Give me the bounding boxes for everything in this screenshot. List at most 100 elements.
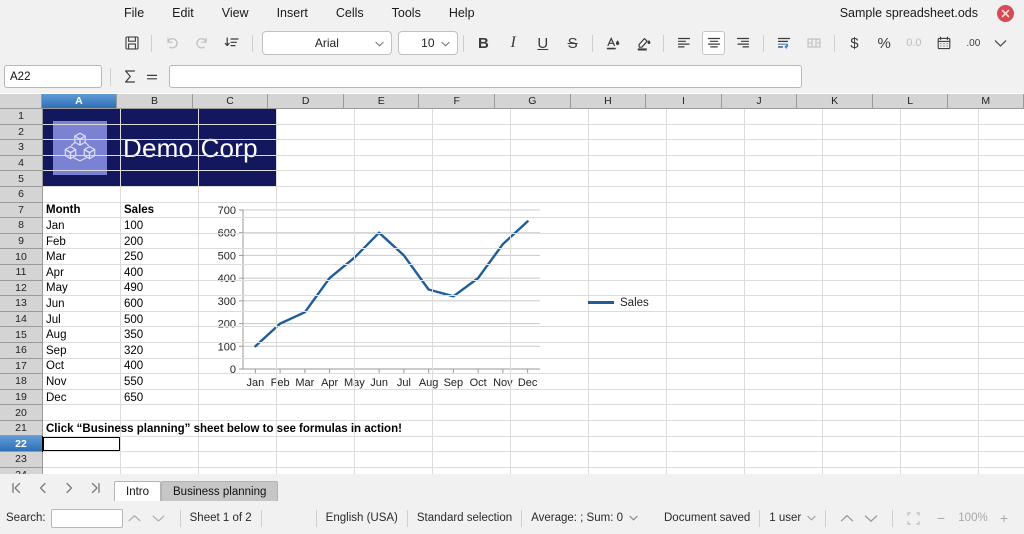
cell-A18[interactable]: Nov [43, 374, 121, 390]
cell-A11[interactable]: Apr [43, 265, 121, 281]
sort-descending-icon[interactable] [220, 31, 244, 55]
row-header-5[interactable]: 5 [0, 171, 43, 187]
column-header-a[interactable]: A [41, 94, 118, 109]
column-header-k[interactable]: K [797, 94, 873, 109]
cell-B8[interactable]: 100 [121, 218, 199, 234]
column-header-l[interactable]: L [872, 94, 949, 109]
chevron-down-icon[interactable] [629, 512, 638, 524]
cell-A19[interactable]: Dec [43, 390, 121, 406]
find-next-icon[interactable] [147, 508, 171, 528]
row-header-9[interactable]: 9 [0, 233, 43, 250]
row-header-8[interactable]: 8 [0, 218, 43, 234]
menu-item-insert[interactable]: Insert [263, 2, 322, 24]
column-header-e[interactable]: E [343, 94, 420, 109]
save-icon[interactable] [120, 31, 144, 55]
cell-A12[interactable]: May [43, 281, 121, 297]
cell-B15[interactable]: 350 [121, 327, 199, 343]
currency-format-button[interactable]: $ [843, 31, 867, 55]
sales-line-chart[interactable]: 0100200300400500600700JanFebMarAprMayJun… [205, 203, 550, 407]
align-right-icon[interactable] [731, 31, 755, 55]
zoom-in-button[interactable]: + [994, 510, 1014, 526]
chevron-down-icon[interactable] [807, 512, 817, 524]
next-sheet-icon[interactable] [56, 477, 82, 499]
row-header-14[interactable]: 14 [0, 311, 43, 328]
row-header-2[interactable]: 2 [0, 124, 43, 141]
font-name-select[interactable]: Arial [261, 31, 393, 55]
merge-cells-icon[interactable] [802, 31, 826, 55]
row-header-22[interactable]: 22 [0, 436, 43, 453]
add-decimal-button[interactable]: .00 [961, 31, 985, 55]
fit-selection-icon[interactable] [906, 511, 921, 526]
column-header-b[interactable]: B [117, 94, 193, 109]
underline-button[interactable]: U [531, 31, 555, 55]
cell-A16[interactable]: Sep [43, 343, 121, 359]
column-header-h[interactable]: H [570, 94, 647, 109]
row-header-23[interactable]: 23 [0, 452, 43, 468]
cell-B16[interactable]: 320 [121, 343, 199, 359]
font-color-icon[interactable] [601, 31, 625, 55]
align-center-icon[interactable] [701, 31, 726, 55]
language-status[interactable]: English (USA) [326, 512, 398, 524]
search-input[interactable] [50, 508, 123, 528]
cell-A21[interactable]: Click “Business planning” sheet below to… [43, 421, 511, 437]
column-header-i[interactable]: I [646, 94, 722, 109]
row-header-3[interactable]: 3 [0, 140, 43, 156]
italic-button[interactable]: I [501, 31, 525, 55]
align-left-icon[interactable] [672, 31, 696, 55]
row-header-16[interactable]: 16 [0, 342, 43, 359]
cell-B11[interactable]: 400 [121, 265, 199, 281]
row-header-19[interactable]: 19 [0, 389, 43, 406]
previous-sheet-icon[interactable] [30, 477, 56, 499]
column-header-f[interactable]: F [419, 94, 496, 109]
column-header-d[interactable]: D [268, 94, 344, 109]
cell-B12[interactable]: 490 [121, 281, 199, 297]
row-header-18[interactable]: 18 [0, 374, 43, 390]
menu-item-view[interactable]: View [208, 2, 263, 24]
last-sheet-icon[interactable] [82, 477, 108, 499]
row-header-11[interactable]: 11 [0, 264, 43, 281]
date-format-icon[interactable] [932, 31, 956, 55]
row-header-12[interactable]: 12 [0, 280, 43, 297]
cell-A10[interactable]: Mar [43, 249, 121, 265]
row-header-20[interactable]: 20 [0, 405, 43, 421]
cell-B10[interactable]: 250 [121, 249, 199, 265]
select-all-corner[interactable] [0, 94, 42, 109]
column-header-m[interactable]: M [948, 94, 1024, 109]
row-header-4[interactable]: 4 [0, 155, 43, 172]
cell-A14[interactable]: Jul [43, 312, 121, 328]
strikethrough-button[interactable]: S [561, 31, 585, 55]
cell-A15[interactable]: Aug [43, 327, 121, 343]
formula-input[interactable] [169, 65, 802, 88]
cell-A7[interactable]: Month [43, 203, 121, 219]
first-sheet-icon[interactable] [4, 477, 30, 499]
find-previous-icon[interactable] [123, 508, 147, 528]
menu-item-help[interactable]: Help [435, 2, 489, 24]
selection-mode-status[interactable]: Standard selection [417, 512, 512, 524]
close-icon[interactable] [997, 5, 1014, 22]
row-header-17[interactable]: 17 [0, 358, 43, 375]
row-header-6[interactable]: 6 [0, 186, 43, 203]
sheet-tab-intro[interactable]: Intro [114, 481, 162, 501]
column-header-c[interactable]: C [192, 94, 269, 109]
cell-B19[interactable]: 650 [121, 390, 199, 406]
row-header-7[interactable]: 7 [0, 202, 43, 219]
column-header-g[interactable]: G [495, 94, 571, 109]
cell-A13[interactable]: Jun [43, 296, 121, 312]
number-format-button[interactable]: 0.0 [902, 31, 926, 55]
row-header-10[interactable]: 10 [0, 249, 43, 265]
menu-item-edit[interactable]: Edit [158, 2, 208, 24]
sheet-tab-business-planning[interactable]: Business planning [161, 481, 279, 501]
row-header-1[interactable]: 1 [0, 109, 43, 125]
column-header-j[interactable]: J [721, 94, 798, 109]
highlight-color-icon[interactable] [631, 31, 655, 55]
row-header-21[interactable]: 21 [0, 420, 43, 437]
cell-A17[interactable]: Oct [43, 359, 121, 375]
scroll-down-icon[interactable] [859, 508, 883, 528]
bold-button[interactable]: B [472, 31, 496, 55]
cell-A9[interactable]: Feb [43, 234, 121, 250]
chevron-down-icon[interactable] [988, 31, 1012, 55]
row-header-15[interactable]: 15 [0, 327, 43, 343]
menu-item-cells[interactable]: Cells [322, 2, 378, 24]
zoom-out-button[interactable]: − [931, 510, 951, 526]
cell-B13[interactable]: 600 [121, 296, 199, 312]
